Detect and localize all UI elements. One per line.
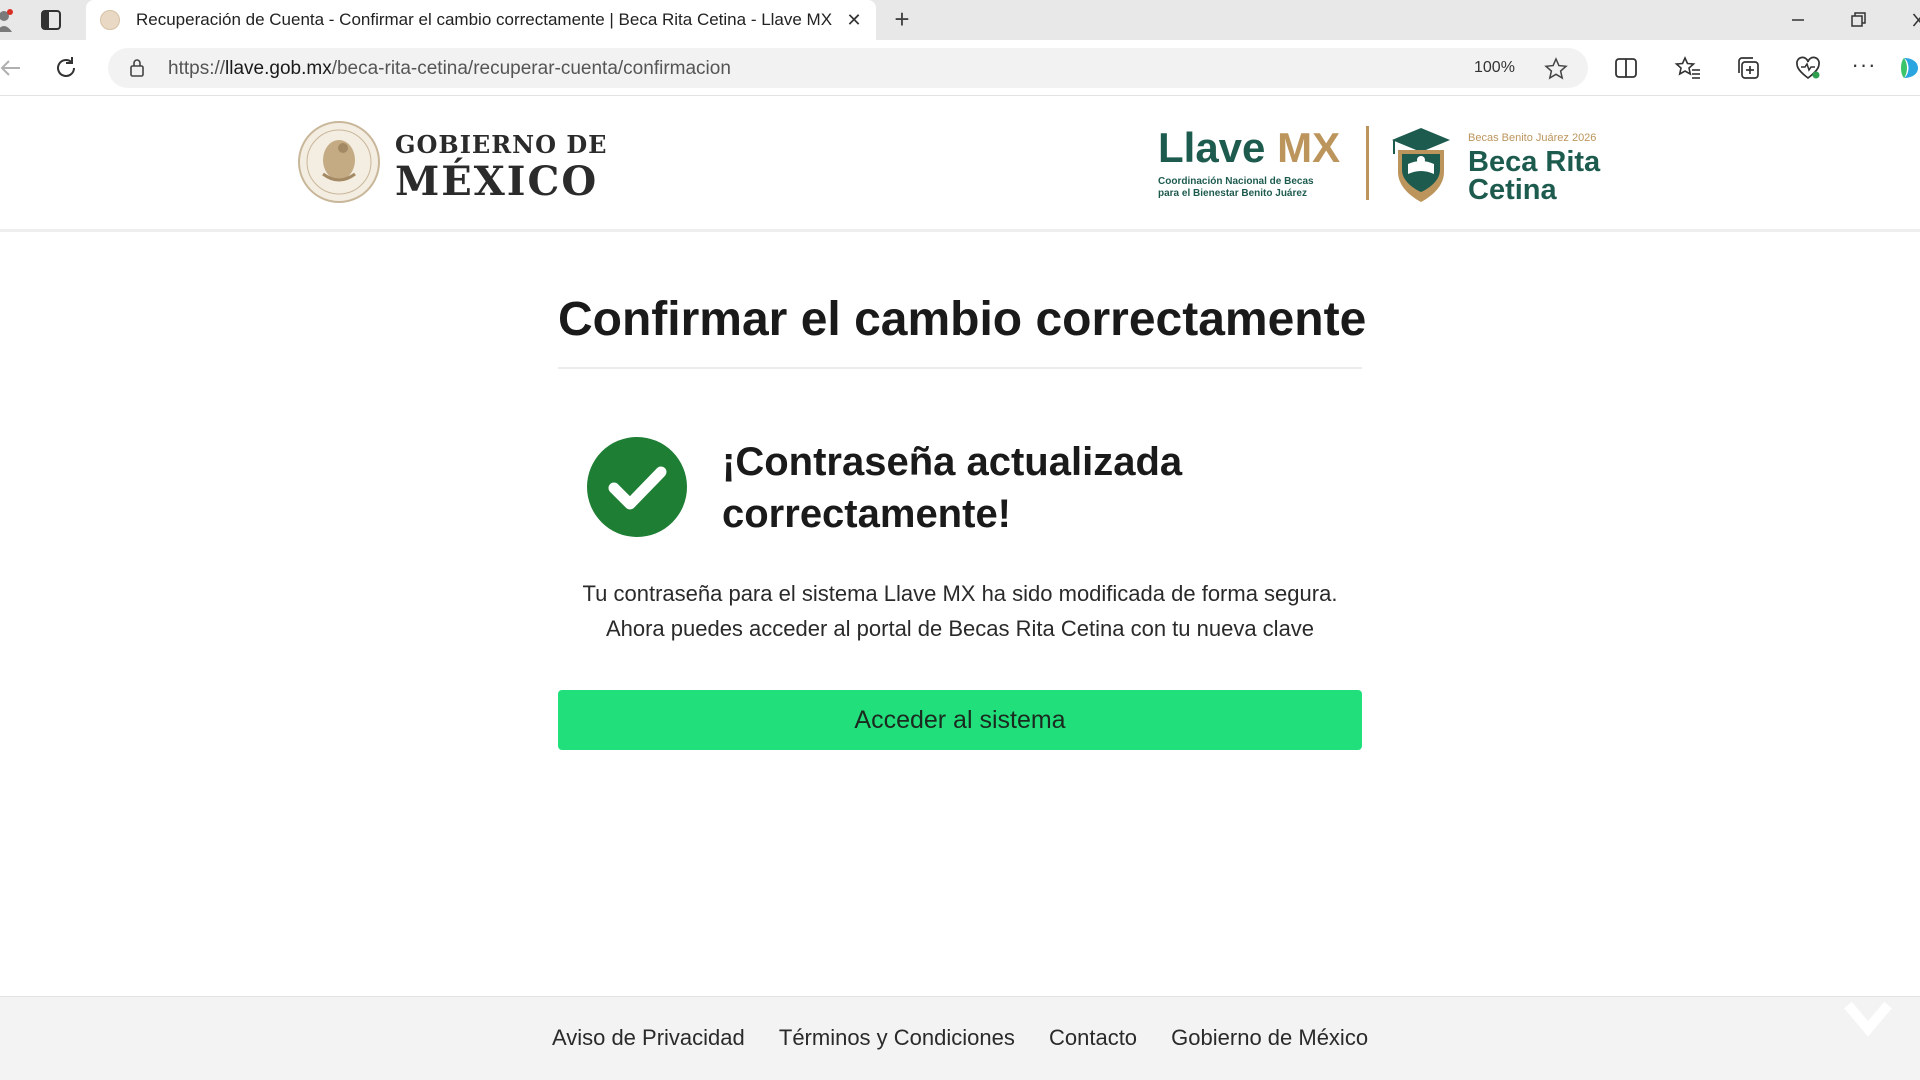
browser-essentials-icon[interactable] (1794, 54, 1822, 82)
success-heading: ¡Contraseña actualizada correctamente! (722, 440, 1183, 536)
title-divider (558, 367, 1362, 369)
minimize-icon[interactable] (1783, 6, 1813, 34)
beca-kicker: Becas Benito Juárez 2026 (1468, 132, 1597, 144)
zoom-level[interactable]: 100% (1474, 59, 1515, 77)
collections-icon[interactable] (1734, 54, 1762, 82)
footer-links: Aviso de Privacidad Términos y Condicion… (0, 1025, 1920, 1051)
tab-actions-icon[interactable] (38, 8, 64, 32)
llave-subtitle-line1: Coordinación Nacional de Becas (1158, 176, 1314, 187)
llave-subtitle: Coordinación Nacional de Becas para el B… (1158, 176, 1348, 200)
gobierno-de-mexico-logo[interactable]: GOBIERNO DE MÉXICO (297, 120, 606, 210)
footer-link-gobierno[interactable]: Gobierno de México (1171, 1025, 1368, 1050)
llave-subtitle-line2: para el Bienestar Benito Juárez (1158, 188, 1307, 199)
success-message-line1: Tu contraseña para el sistema Llave MX h… (582, 581, 1338, 606)
more-options-icon[interactable]: ··· (1850, 54, 1878, 82)
success-message-line2: Ahora puedes acceder al portal de Becas … (605, 616, 1315, 641)
footer-link-contact[interactable]: Contacto (1049, 1025, 1137, 1050)
beca-rita-cetina-logo[interactable]: Becas Benito Juárez 2026 Beca Rita Cetin… (1388, 124, 1648, 208)
beca-name: Beca Rita Cetina (1468, 146, 1601, 206)
split-screen-icon[interactable] (1612, 54, 1640, 82)
reload-icon[interactable] (52, 54, 80, 82)
site-footer: Aviso de Privacidad Términos y Condicion… (0, 996, 1920, 1080)
success-message: Tu contraseña para el sistema Llave MX h… (540, 576, 1380, 646)
llave-mx-wordmark: Llave MX (1158, 126, 1348, 170)
tab-favicon-icon (100, 10, 120, 30)
llave-mx-logo[interactable]: Llave MX Coordinación Nacional de Becas … (1158, 126, 1348, 206)
llave-word: Llave (1158, 124, 1266, 171)
tab-title: Recuperación de Cuenta - Confirmar el ca… (136, 10, 833, 29)
profile-icon[interactable] (0, 8, 14, 32)
url-host: llave.gob.mx (225, 58, 332, 79)
active-tab[interactable]: Recuperación de Cuenta - Confirmar el ca… (86, 0, 876, 40)
site-header: GOBIERNO DE MÉXICO Llave MX Coordinación… (0, 96, 1920, 232)
copilot-icon[interactable] (1898, 54, 1920, 82)
browser-tab-bar: Recuperación de Cuenta - Confirmar el ca… (0, 0, 1920, 40)
mx-word: MX (1277, 124, 1341, 171)
page-title: Confirmar el cambio correctamente (558, 293, 1367, 346)
mexico-text: MÉXICO (395, 158, 599, 205)
star-icon[interactable] (1544, 57, 1568, 81)
tab-close-icon[interactable]: ✕ (844, 10, 864, 30)
lock-icon[interactable] (128, 58, 146, 78)
back-arrow-icon[interactable] (0, 54, 22, 82)
url-scheme: https:// (168, 58, 226, 79)
header-divider (1366, 126, 1369, 200)
access-system-button[interactable]: Acceder al sistema (558, 690, 1362, 750)
corner-chevron-icon (1844, 1001, 1892, 1037)
favorites-icon[interactable] (1674, 54, 1702, 82)
footer-link-terms[interactable]: Términos y Condiciones (779, 1025, 1015, 1050)
url-path: /beca-rita-cetina/recuperar-cuenta/confi… (331, 58, 731, 79)
restore-icon[interactable] (1843, 6, 1873, 34)
check-circle-icon (587, 437, 687, 537)
address-bar[interactable]: https://llave.gob.mx/beca-rita-cetina/re… (108, 48, 1588, 88)
mexico-seal-icon (298, 121, 380, 203)
url-text[interactable]: https://llave.gob.mx/beca-rita-cetina/re… (168, 58, 731, 80)
new-tab-icon[interactable]: + (888, 6, 916, 34)
footer-link-privacy[interactable]: Aviso de Privacidad (552, 1025, 745, 1050)
gobierno-text: GOBIERNO DE (395, 130, 608, 159)
graduation-shield-icon (1392, 128, 1450, 202)
window-close-icon[interactable] (1903, 6, 1920, 34)
